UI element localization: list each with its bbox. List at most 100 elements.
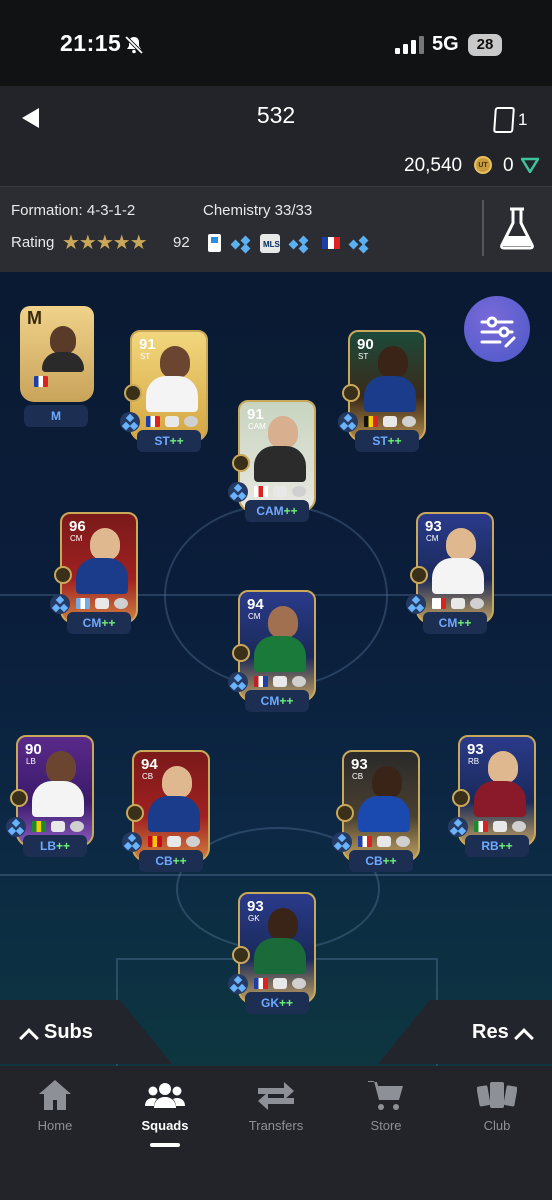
position-label: CB++ [139,850,203,872]
nav-home[interactable]: Home [5,1078,105,1133]
chem-plus: ++ [169,434,184,448]
manager-flags [34,376,86,390]
player-portrait [372,766,402,798]
player-flags [76,598,128,612]
chemistry-icons: MLS [208,234,369,254]
playstyle-icon [342,384,360,402]
player-kit [254,938,306,974]
divider [482,200,484,256]
player-position: CB [142,772,154,781]
player-card-st[interactable]: 90 ST [348,330,426,442]
player-portrait [268,416,298,448]
player-card-cb[interactable]: 93 CB [342,750,420,862]
card-count-icon[interactable] [493,107,515,133]
position-text: CB [365,854,383,868]
page-title[interactable]: 532 [0,102,552,129]
player-card-cm[interactable]: 94 CM [238,590,316,702]
player-portrait [268,606,298,638]
playstyle-icon [452,789,470,807]
player-position: LB [26,757,36,766]
player-flags [32,821,84,835]
player-position: GK [248,914,260,923]
nav-store[interactable]: Store [336,1078,436,1133]
player-rating: 91 [139,336,156,353]
player-flags [474,821,526,835]
chemistry-icon [122,832,142,852]
manager-portrait [50,326,76,354]
player-rating: 93 [467,741,484,758]
chemistry-icon [448,817,468,837]
position-text: CM [260,694,280,708]
position-label: CM++ [67,612,131,634]
position-text: CM [438,616,458,630]
lab-icon[interactable] [499,206,535,250]
club-icon [477,1082,517,1108]
player-card-cb[interactable]: 94 CB [132,750,210,862]
chemistry-icon [338,412,358,432]
position-text: ST [372,434,388,448]
player-card-gk[interactable]: 93 GK [238,892,316,1004]
player-kit [32,781,84,817]
bell-muted-icon [124,35,144,55]
player-kit [254,636,306,672]
position-text: ST [154,434,170,448]
player-rating: 90 [357,336,374,353]
player-card-cm[interactable]: 96 CM [60,512,138,624]
manager-body [42,352,84,372]
formation-text[interactable]: Formation: 4-3-1-2 [11,202,135,219]
player-card-cm[interactable]: 93 CM [416,512,494,624]
player-flags [254,978,306,992]
player-position: CM [248,612,261,621]
header [0,86,552,186]
position-label: CM++ [245,690,309,712]
manager-card[interactable]: M [20,306,94,402]
player-flags [364,416,416,430]
position-text: CB [155,854,173,868]
svg-text:MLS: MLS [263,240,281,249]
player-rating: 93 [351,756,368,773]
chem-plus: ++ [498,839,513,853]
player-rating: 90 [25,741,42,758]
position-label: CM++ [423,612,487,634]
chem-plus: ++ [172,854,187,868]
chemistry-icon [6,817,26,837]
player-card-rb[interactable]: 93 RB [458,735,536,847]
chemistry-icon [228,482,248,502]
chem-plus: ++ [278,996,293,1010]
player-card-st[interactable]: 91 ST [130,330,208,442]
player-rating: 96 [69,518,86,535]
player-portrait [446,528,476,560]
player-card-lb[interactable]: 90 LB [16,735,94,847]
playstyle-icon [232,946,250,964]
player-rating: 93 [247,898,264,915]
rating-value: 92 [173,234,190,251]
playstyle-icon [126,804,144,822]
playstyle-icon [10,789,28,807]
coin-balance: 20,540 [404,155,463,176]
chemistry-icon [332,832,352,852]
player-card-cam[interactable]: 91 CAM [238,400,316,512]
nav-transfers-label: Transfers [248,1118,304,1133]
player-kit [148,796,200,832]
player-kit [358,796,410,832]
network-type: 5G [432,33,459,55]
manager-label: M [24,405,88,427]
manager-letter: M [27,308,42,328]
nav-squads-label: Squads [141,1118,189,1133]
position-text: RB [481,839,499,853]
nav-squads[interactable]: Squads [115,1078,215,1133]
points-balance: 0 [503,155,514,176]
nav-club[interactable]: Club [447,1078,547,1133]
filter-button[interactable] [464,296,530,362]
chem-plus: ++ [55,839,70,853]
chem-plus: ++ [387,434,402,448]
player-flags [148,836,200,850]
player-rating: 93 [425,518,442,535]
filter-icon [480,316,516,348]
player-portrait [90,528,120,560]
position-label: LB++ [23,835,87,857]
nav-transfers[interactable]: Transfers [226,1078,326,1133]
chemistry-icon [50,594,70,614]
chem-plus: ++ [279,694,294,708]
chemistry-text: Chemistry 33/33 [203,202,313,219]
